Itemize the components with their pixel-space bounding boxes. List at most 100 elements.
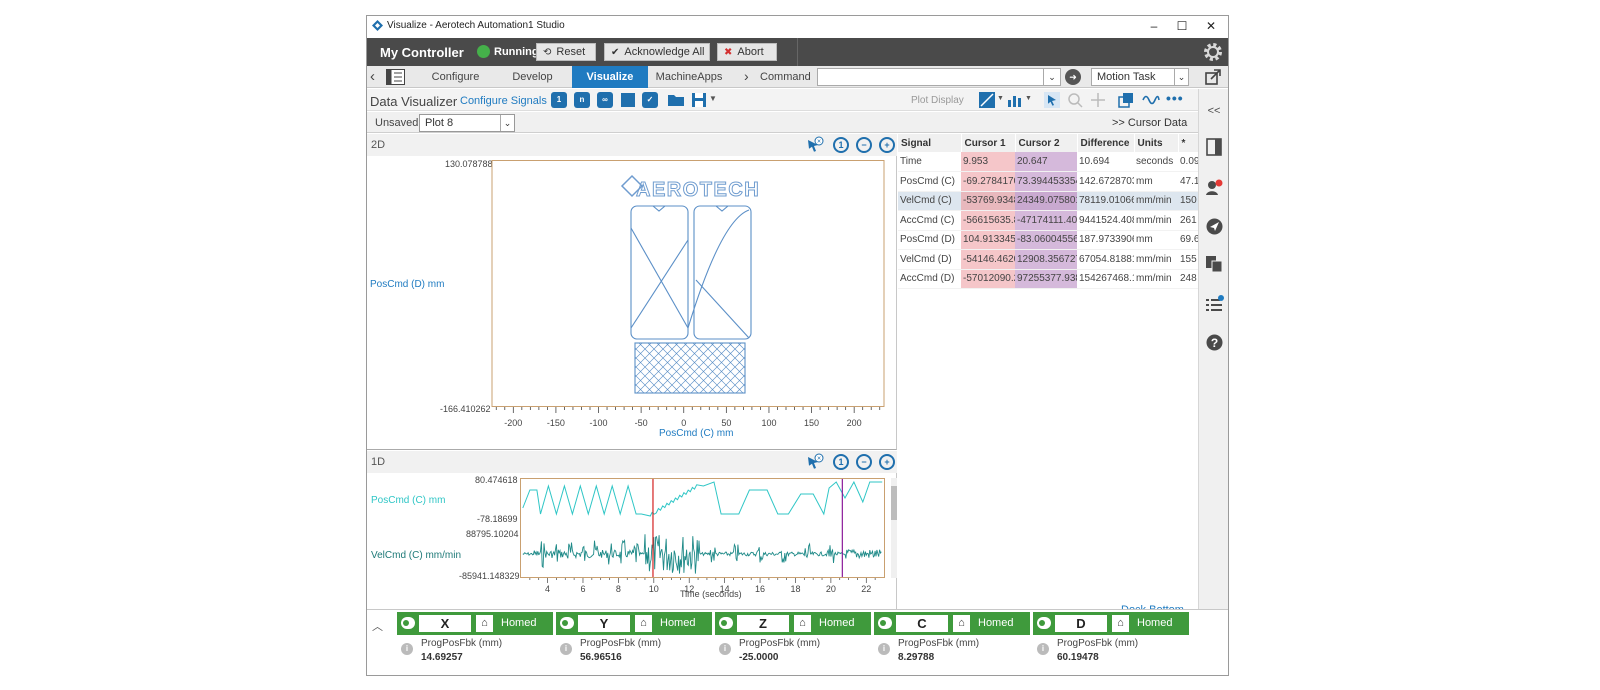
user-notification-icon[interactable] <box>1205 178 1223 196</box>
collect-continuous-icon[interactable]: ∞ <box>597 92 613 108</box>
task-select[interactable]: Motion Task ⌄ <box>1091 68 1189 86</box>
zoom-in-icon[interactable]: + <box>879 137 895 153</box>
enable-toggle-icon[interactable] <box>401 617 415 629</box>
home-icon[interactable]: ⌂ <box>1112 615 1129 632</box>
plot-select[interactable]: Plot 8 ⌄ <box>419 114 515 132</box>
table-row[interactable]: VelCmd (C)-53769.934824349.075801478119.… <box>898 191 1198 211</box>
column-header[interactable]: Difference <box>1077 134 1135 152</box>
table-row[interactable]: PosCmd (C)-69.278417073.3944533546142.67… <box>898 171 1198 192</box>
reset-button[interactable]: ⟲ Reset <box>536 43 596 61</box>
panel-toggle-icon[interactable] <box>386 69 405 85</box>
tab-configure[interactable]: Configure <box>417 66 494 88</box>
plot-2d-canvas[interactable]: -200 -150 -100 -50 0 50 100 150 200 AEROTECH <box>491 160 891 440</box>
stop-icon[interactable] <box>621 93 635 107</box>
select-cursor-icon[interactable] <box>1044 92 1060 108</box>
copy-plot-icon[interactable] <box>1118 92 1134 108</box>
plot-1d-canvas[interactable]: 4 6 8 10 12 14 16 18 20 22 <box>520 478 890 603</box>
maximize-button[interactable]: ☐ <box>1168 17 1196 35</box>
cursor-data-toggle[interactable]: >> Cursor Data <box>1112 117 1187 129</box>
clear-cursors-icon[interactable]: × <box>806 453 824 471</box>
collapse-sidebar-icon[interactable]: << <box>1206 103 1222 119</box>
navigation-icon[interactable] <box>1206 218 1223 235</box>
pan-icon[interactable] <box>1090 92 1106 108</box>
home-icon[interactable]: ⌂ <box>953 615 970 632</box>
chart-type-icon[interactable] <box>1007 92 1023 108</box>
popout-window-icon[interactable] <box>1205 69 1221 85</box>
axis-name[interactable]: D <box>1055 615 1107 632</box>
collect-n-icon[interactable]: n <box>574 92 590 108</box>
info-icon[interactable]: i <box>1037 643 1049 655</box>
controller-name[interactable]: My Controller <box>380 45 464 60</box>
zoom-in-icon[interactable]: + <box>879 454 895 470</box>
close-button[interactable]: ✕ <box>1197 17 1225 35</box>
signal-wave-icon[interactable] <box>1142 92 1160 108</box>
svg-text:×: × <box>817 456 821 463</box>
tab-machineapps[interactable]: MachineApps <box>649 66 729 88</box>
magnifier-icon[interactable] <box>1067 92 1083 108</box>
axis-name[interactable]: C <box>896 615 948 632</box>
column-header[interactable]: Signal <box>898 134 962 152</box>
plot-1d-scrollbar[interactable] <box>891 478 897 578</box>
tab-develop[interactable]: Develop <box>494 66 571 88</box>
clear-cursors-icon[interactable]: × <box>806 136 824 154</box>
table-row[interactable]: Time 9.953 20.647 10.694 seconds 0.09 <box>898 152 1198 172</box>
axis-name[interactable]: Z <box>737 615 789 632</box>
tab-visualize[interactable]: Visualize <box>572 66 648 88</box>
info-icon[interactable]: i <box>878 643 890 655</box>
controller-file-icon[interactable] <box>1206 138 1222 156</box>
zoom-out-icon[interactable]: − <box>856 137 872 153</box>
velcmd-series-line <box>522 534 882 574</box>
home-icon[interactable]: ⌂ <box>635 615 652 632</box>
plot-mode-2d-icon[interactable] <box>979 92 995 108</box>
execute-command-button[interactable]: ➜ <box>1065 69 1081 85</box>
command-input[interactable] <box>817 68 1061 86</box>
y-min-label: -166.410262 <box>440 404 491 414</box>
column-header[interactable]: * <box>1178 134 1199 152</box>
home-icon[interactable]: ⌂ <box>476 615 493 632</box>
info-icon[interactable]: i <box>560 643 572 655</box>
back-arrow-icon[interactable]: ‹ <box>370 68 375 85</box>
save-icon[interactable] <box>691 92 707 108</box>
acknowledge-all-button[interactable]: ✔ Acknowledge All <box>604 43 710 61</box>
zoom-out-icon[interactable]: − <box>856 454 872 470</box>
info-icon[interactable]: i <box>719 643 731 655</box>
task-list-icon[interactable] <box>1205 295 1224 312</box>
collect-once-icon[interactable]: 1 <box>551 92 567 108</box>
column-header[interactable]: Cursor 1 <box>961 134 1016 152</box>
command-label: Command <box>760 71 811 83</box>
zoom-reset-icon[interactable]: 1 <box>833 137 849 153</box>
more-options-icon[interactable]: ••• <box>1166 90 1184 106</box>
clipboard-check-icon[interactable]: ✓ <box>642 92 658 108</box>
table-row[interactable]: AccCmd (D)-57012090.297255377.9381154267… <box>898 269 1198 289</box>
x-tick-label: 50 <box>721 418 731 428</box>
minimize-button[interactable]: – <box>1140 17 1168 35</box>
home-icon[interactable]: ⌂ <box>794 615 811 632</box>
table-row[interactable]: PosCmd (D)104.9133450-83.0600455600187.9… <box>898 230 1198 250</box>
scrollbar-thumb[interactable] <box>891 486 897 520</box>
collapse-axis-bar-icon[interactable]: ︿ <box>372 618 383 634</box>
column-header[interactable]: Units <box>1134 134 1179 152</box>
info-icon[interactable]: i <box>401 643 413 655</box>
transfer-files-icon[interactable] <box>1205 255 1223 273</box>
column-header[interactable]: Cursor 2 <box>1015 134 1078 152</box>
enable-toggle-icon[interactable] <box>719 617 733 629</box>
command-history-dropdown[interactable]: ⌄ <box>1043 68 1061 86</box>
enable-toggle-icon[interactable] <box>1037 617 1051 629</box>
chart-type-chevron-icon[interactable]: ▼ <box>1025 95 1032 102</box>
settings-gear-icon[interactable] <box>1202 41 1224 63</box>
abort-button[interactable]: ✖ Abort <box>717 43 777 61</box>
table-row[interactable]: AccCmd (C) -56615635.8 -47174111.405 944152… <box>898 210 1198 231</box>
hatch-line <box>636 342 688 394</box>
enable-toggle-icon[interactable] <box>560 617 574 629</box>
help-icon[interactable]: ? <box>1206 334 1223 351</box>
data-visualizer-toolbar: Data Visualizer Configure Signals 1 n ∞ … <box>367 89 1198 111</box>
open-folder-icon[interactable] <box>667 93 685 107</box>
plot-mode-chevron-icon[interactable]: ▼ <box>997 95 1004 102</box>
enable-toggle-icon[interactable] <box>878 617 892 629</box>
save-options-chevron-icon[interactable]: ▼ <box>709 94 717 103</box>
zoom-reset-icon[interactable]: 1 <box>833 454 849 470</box>
configure-signals-link[interactable]: Configure Signals <box>460 95 547 107</box>
table-row[interactable]: VelCmd (D)-54146.462012908.356727267054.… <box>898 249 1198 270</box>
axis-name[interactable]: Y <box>578 615 630 632</box>
axis-name[interactable]: X <box>419 615 471 632</box>
